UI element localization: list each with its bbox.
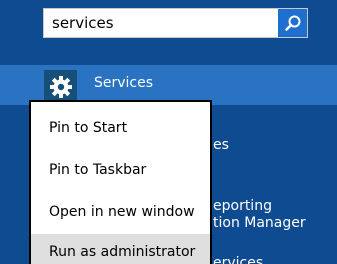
gear-icon [49,75,72,98]
background-result-text: ervices [213,255,264,264]
context-menu: Pin to Start Pin to Taskbar Open in new … [29,100,212,264]
search-icon [284,15,300,31]
menu-item-pin-to-taskbar[interactable]: Pin to Taskbar [31,152,210,188]
search-button[interactable] [278,9,307,37]
background-result-text: tion Manager [213,215,306,231]
search-bar [43,8,308,38]
background-result-text: es [213,137,229,153]
menu-item-pin-to-start[interactable]: Pin to Start [31,110,210,146]
search-result-label: Services [94,75,154,91]
menu-item-run-as-administrator[interactable]: Run as administrator [31,234,210,264]
menu-item-open-in-new-window[interactable]: Open in new window [31,194,210,230]
search-input[interactable] [44,9,278,37]
app-tile [44,70,77,103]
background-result-text: eporting [213,198,272,214]
